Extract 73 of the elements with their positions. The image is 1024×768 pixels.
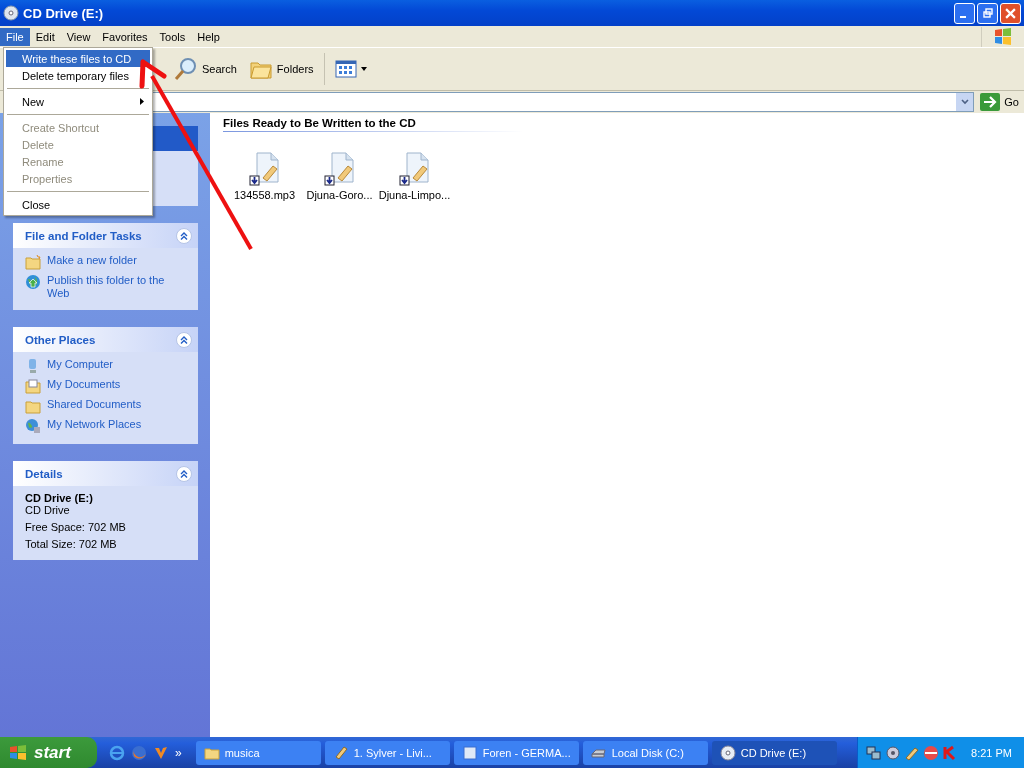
menu-item[interactable]: New [6,93,150,110]
collapse-icon[interactable] [176,465,192,482]
task-link[interactable]: My Computer [47,358,114,371]
fox-globe-icon[interactable] [131,744,147,761]
taskbar-button[interactable]: Local Disk (C:) [582,740,708,765]
task-link[interactable]: Shared Documents [47,398,142,411]
menu-item[interactable]: File [0,27,30,46]
panel-title[interactable]: Details [25,467,63,480]
caret-icon [360,67,367,71]
task-link[interactable]: My Documents [47,378,121,391]
quick-launch-chevron[interactable]: » [175,745,182,760]
menu-item[interactable]: Favorites [96,27,154,46]
windows-logo-icon [8,743,28,762]
documents-folder-icon [25,378,41,394]
menu-item[interactable]: Close [6,196,150,213]
views-icon [334,60,357,78]
task-link[interactable]: Make a new folder [47,254,137,267]
menu-item[interactable]: View [60,27,97,46]
menu-item[interactable]: Edit [29,27,61,46]
file-name[interactable]: Djuna-Limpo... [378,189,451,201]
menu-item[interactable]: Write these files to CD [6,50,150,67]
file-name[interactable]: Djuna-Goro... [306,189,373,201]
globe-icon [25,274,41,290]
drive-name: CD Drive (E:) [25,492,94,504]
taskbar-button[interactable]: musica [195,740,321,765]
arrow-right-icon [980,93,1001,111]
collapse-icon[interactable] [176,227,192,244]
network-tray-icon[interactable] [866,744,883,761]
folder-icon [25,398,41,414]
folder-icon [25,254,41,270]
collapse-icon[interactable] [176,331,192,348]
shield-tray-icon[interactable] [923,744,940,761]
file-icon [323,152,356,186]
dropdown-button[interactable] [956,93,974,111]
taskbar-button[interactable]: CD Drive (E:) [711,740,837,765]
close-button[interactable] [1000,2,1021,24]
browser-icon[interactable] [109,744,125,761]
cd-icon [719,744,736,761]
taskbar-button[interactable]: 1. Sylver - Livi... [324,740,450,765]
minimize-button[interactable] [954,2,975,24]
search-button[interactable]: Search [168,54,243,84]
folders-button[interactable]: Folders [242,54,320,84]
file-icon [398,152,431,186]
minimize-icon [959,16,966,18]
address-field[interactable] [150,92,975,112]
task-link[interactable]: My Network Places [47,418,142,431]
start-button[interactable]: start [0,737,97,768]
file-icon [248,152,281,186]
window-title: CD Drive (E:) [23,5,104,21]
restore-button[interactable] [977,2,998,24]
go-button[interactable]: Go [978,93,1021,111]
menu-item[interactable]: Delete temporary files [6,67,150,84]
section-title: Files Ready to Be Written to the CD [223,117,416,129]
panel-title[interactable]: Other Places [25,333,96,346]
clock: 8:21 PM [971,746,1012,759]
taskbar-button[interactable]: Foren - GERMA... [453,740,579,765]
restore-icon [982,8,993,18]
drive-type: CD Drive [25,504,71,516]
cd-icon [3,5,19,21]
speaker-tray-icon[interactable] [885,744,902,761]
submenu-arrow-icon [140,98,144,105]
menu-item[interactable]: Help [191,27,226,46]
search-icon [174,57,198,81]
window-icon [461,744,478,761]
detail-text: Free Space: 702 MB [25,521,127,533]
task-link[interactable]: Publish this folder to the Web [47,274,188,300]
detail-text: Total Size: 702 MB [25,538,118,550]
close-icon [1005,7,1016,19]
file-name[interactable]: 134558.mp3 [233,189,296,201]
chevron-down-icon [960,99,969,105]
network-icon [25,418,41,434]
media-player-icon[interactable] [153,744,169,761]
menu-item[interactable]: Tools [153,27,192,46]
